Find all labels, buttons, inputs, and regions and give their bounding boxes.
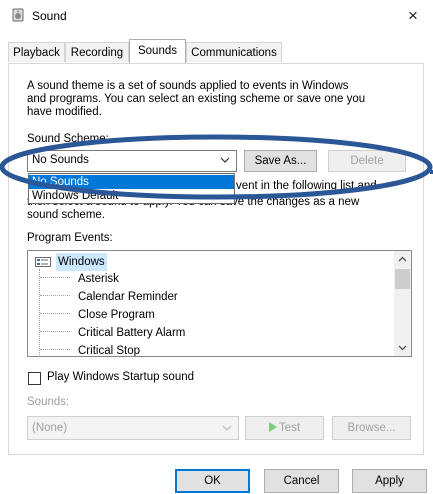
scroll-up-icon[interactable] <box>394 251 411 268</box>
tab-playback[interactable]: Playback <box>8 42 65 62</box>
sound-scheme-dropdown[interactable]: No Sounds <box>27 150 237 172</box>
sounds-value: (None) <box>32 422 68 434</box>
startup-sound-checkbox[interactable] <box>28 372 41 385</box>
tab-sounds[interactable]: Sounds <box>129 39 186 63</box>
windows-icon <box>35 257 51 267</box>
description-line: and programs. You can select an existing… <box>27 93 366 105</box>
tree-branch <box>40 313 70 315</box>
program-events-label: Program Events: <box>27 232 113 244</box>
events-description-line1: vent in the following list and <box>236 180 377 192</box>
cancel-button[interactable]: Cancel <box>264 469 339 493</box>
test-button[interactable]: Test <box>245 416 324 440</box>
tree-root-label: Windows <box>56 253 107 271</box>
close-icon[interactable]: × <box>398 2 428 30</box>
events-description-line3: sound scheme. <box>27 209 105 221</box>
ok-button[interactable]: OK <box>175 469 250 493</box>
apply-button[interactable]: Apply <box>352 469 427 493</box>
tree-item[interactable]: Close Program <box>78 306 155 324</box>
test-label: Test <box>278 422 301 434</box>
speaker-icon <box>12 8 24 22</box>
tree-item[interactable]: Calendar Reminder <box>78 288 178 306</box>
save-as-button[interactable]: Save As... <box>244 150 317 172</box>
option-no-sounds[interactable]: No Sounds <box>29 175 234 189</box>
tree-item[interactable]: Critical Battery Alarm <box>78 324 185 342</box>
events-scrollbar[interactable] <box>394 251 411 356</box>
option-windows-default[interactable]: Windows Default <box>29 189 234 203</box>
tab-recording[interactable]: Recording <box>65 42 129 62</box>
startup-sound-label[interactable]: Play Windows Startup sound <box>47 371 194 383</box>
browse-button[interactable]: Browse... <box>332 416 411 440</box>
tree-branch <box>40 295 70 297</box>
sound-scheme-options: No Sounds Windows Default <box>28 173 235 204</box>
scroll-down-icon[interactable] <box>394 339 411 356</box>
tree-item[interactable]: Critical Stop <box>78 342 140 356</box>
sounds-dropdown[interactable]: (None) <box>27 416 239 440</box>
delete-button[interactable]: Delete <box>328 150 406 172</box>
scroll-thumb[interactable] <box>395 269 410 289</box>
play-icon <box>268 422 277 432</box>
window-title: Sound <box>32 9 67 23</box>
chevron-down-icon <box>220 157 230 163</box>
description-line: A sound theme is a set of sounds applied… <box>27 80 349 92</box>
tree-branch <box>40 277 70 279</box>
tree-branch <box>40 331 70 333</box>
tree-item[interactable]: Asterisk <box>78 270 119 288</box>
tab-communications[interactable]: Communications <box>186 42 282 62</box>
program-events-list[interactable]: Windows Asterisk Calendar Reminder Close… <box>27 250 412 357</box>
sounds-label: Sounds: <box>27 396 70 408</box>
scheme-description: A sound theme is a set of sounds applied… <box>27 80 411 119</box>
description-line: have modified. <box>27 106 102 118</box>
chevron-down-icon <box>222 425 232 431</box>
sound-scheme-value: No Sounds <box>32 154 89 166</box>
sound-scheme-label: Sound Scheme: <box>27 133 109 145</box>
tree-branch <box>40 349 70 351</box>
title-bar: Sound × <box>0 0 433 34</box>
